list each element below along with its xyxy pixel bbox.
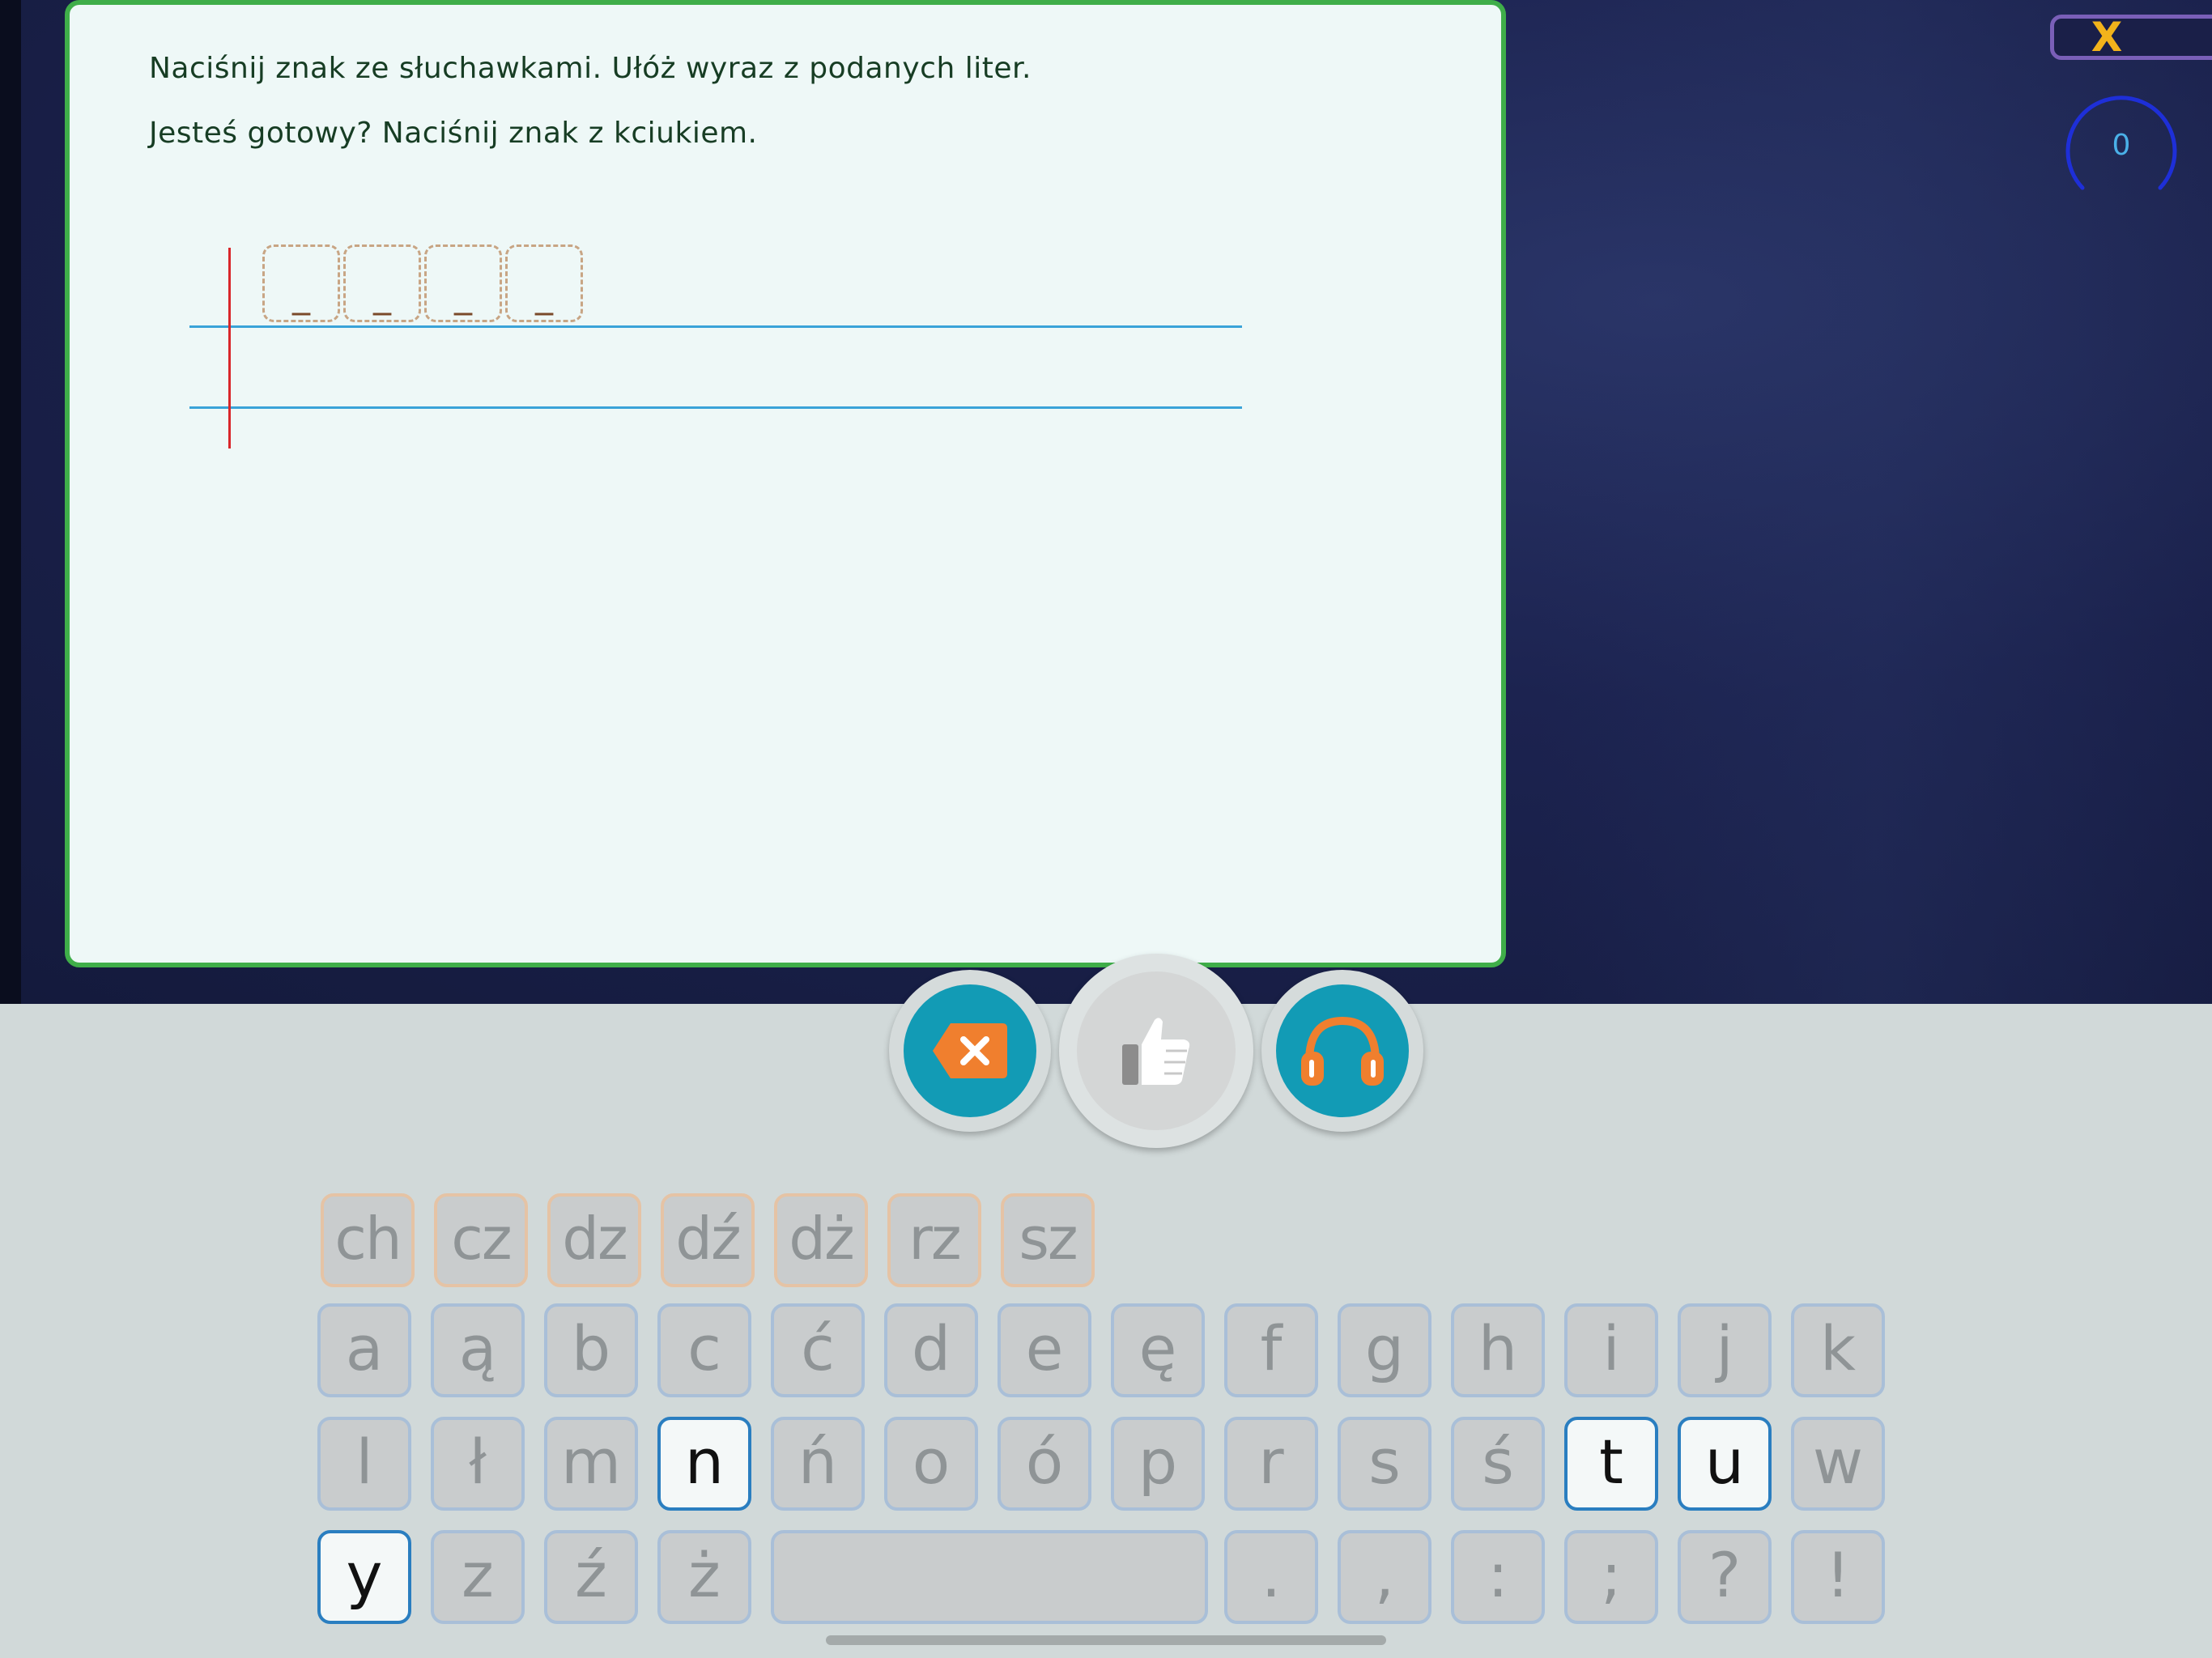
- slot-placeholder: _: [373, 274, 391, 316]
- confirm-button[interactable]: [1059, 954, 1253, 1148]
- key-dz-dot[interactable]: dż: [774, 1193, 868, 1287]
- key-i[interactable]: i: [1564, 1303, 1658, 1397]
- key-exclamation[interactable]: !: [1791, 1530, 1885, 1624]
- key-comma[interactable]: ,: [1338, 1530, 1431, 1624]
- backspace-icon: [933, 1023, 1007, 1078]
- erase-button[interactable]: [889, 970, 1051, 1132]
- key-s-acute[interactable]: ś: [1451, 1417, 1545, 1511]
- key-a-ogonek[interactable]: ą: [431, 1303, 525, 1397]
- key-j[interactable]: j: [1678, 1303, 1772, 1397]
- key-o-acute[interactable]: ó: [998, 1417, 1091, 1511]
- guide-line-top: [189, 325, 1242, 328]
- key-colon[interactable]: :: [1451, 1530, 1545, 1624]
- key-d[interactable]: d: [884, 1303, 978, 1397]
- slot-placeholder: _: [535, 274, 553, 316]
- key-ch[interactable]: ch: [321, 1193, 415, 1287]
- writing-area: _ _ _ _: [70, 5, 1511, 972]
- app-screen: Naciśnij znak ze słuchawkami. Ułóż wyraz…: [0, 0, 2212, 1658]
- answer-slot[interactable]: _: [262, 244, 340, 322]
- key-g[interactable]: g: [1338, 1303, 1431, 1397]
- key-r[interactable]: r: [1224, 1417, 1318, 1511]
- key-question[interactable]: ?: [1678, 1530, 1772, 1624]
- left-edge-strip: [0, 0, 21, 1004]
- key-a[interactable]: a: [317, 1303, 411, 1397]
- close-icon: X: [2091, 14, 2123, 61]
- key-sz[interactable]: sz: [1001, 1193, 1095, 1287]
- slot-placeholder: _: [454, 274, 472, 316]
- key-p[interactable]: p: [1111, 1417, 1205, 1511]
- key-n-acute[interactable]: ń: [771, 1417, 865, 1511]
- score-value: 0: [2112, 129, 2131, 162]
- key-k[interactable]: k: [1791, 1303, 1885, 1397]
- key-y[interactable]: y: [317, 1530, 411, 1624]
- key-z-dot[interactable]: ż: [657, 1530, 751, 1624]
- key-o[interactable]: o: [884, 1417, 978, 1511]
- key-n[interactable]: n: [657, 1417, 751, 1511]
- guide-line-bottom: [189, 406, 1242, 409]
- key-h[interactable]: h: [1451, 1303, 1545, 1397]
- key-c-acute[interactable]: ć: [771, 1303, 865, 1397]
- home-indicator[interactable]: [826, 1635, 1386, 1645]
- key-e[interactable]: e: [998, 1303, 1091, 1397]
- key-e-ogonek[interactable]: ę: [1111, 1303, 1205, 1397]
- margin-line: [228, 248, 231, 449]
- key-z[interactable]: z: [431, 1530, 525, 1624]
- key-dz[interactable]: dz: [547, 1193, 641, 1287]
- key-l[interactable]: l: [317, 1417, 411, 1511]
- exercise-card: Naciśnij znak ze słuchawkami. Ułóż wyraz…: [65, 0, 1506, 967]
- slot-placeholder: _: [292, 274, 310, 316]
- key-b[interactable]: b: [544, 1303, 638, 1397]
- key-t[interactable]: t: [1564, 1417, 1658, 1511]
- key-c[interactable]: c: [657, 1303, 751, 1397]
- key-u[interactable]: u: [1678, 1417, 1772, 1511]
- key-dz-acute[interactable]: dź: [661, 1193, 755, 1287]
- answer-slot[interactable]: _: [424, 244, 502, 322]
- key-cz[interactable]: cz: [434, 1193, 528, 1287]
- close-button[interactable]: X: [2050, 15, 2212, 60]
- key-period[interactable]: .: [1224, 1530, 1318, 1624]
- key-semicolon[interactable]: ;: [1564, 1530, 1658, 1624]
- listen-button[interactable]: [1261, 970, 1423, 1132]
- score-indicator: 0: [2065, 89, 2178, 202]
- key-s[interactable]: s: [1338, 1417, 1431, 1511]
- key-rz[interactable]: rz: [887, 1193, 981, 1287]
- answer-slot[interactable]: _: [343, 244, 421, 322]
- answer-slot[interactable]: _: [505, 244, 583, 322]
- key-z-acute[interactable]: ź: [544, 1530, 638, 1624]
- thumbs-up-icon: [1122, 1018, 1190, 1085]
- key-f[interactable]: f: [1224, 1303, 1318, 1397]
- key-w[interactable]: w: [1791, 1417, 1885, 1511]
- key-space[interactable]: [771, 1530, 1208, 1624]
- headphones-icon: [1301, 1016, 1384, 1086]
- key-m[interactable]: m: [544, 1417, 638, 1511]
- key-l-stroke[interactable]: ł: [431, 1417, 525, 1511]
